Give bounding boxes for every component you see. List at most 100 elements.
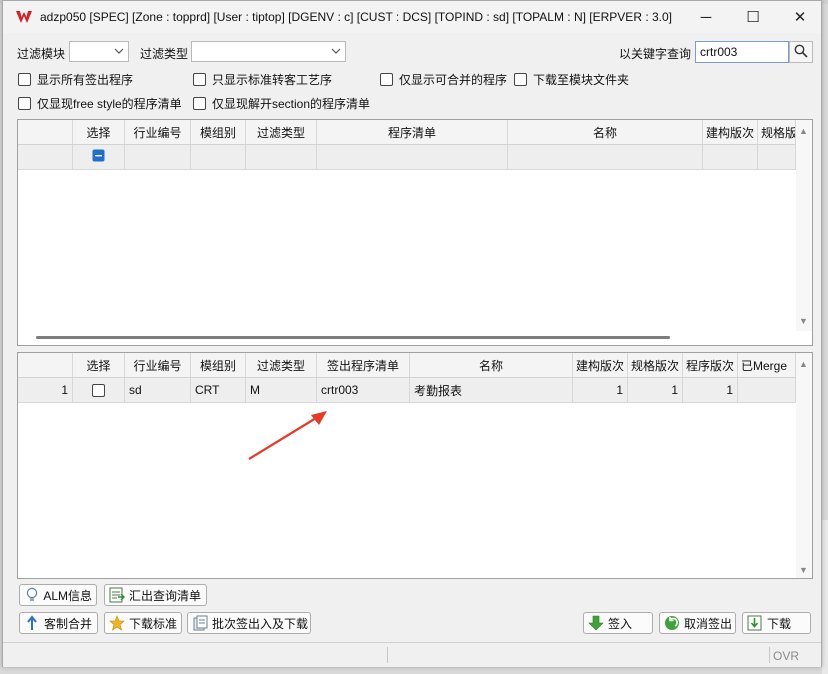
grid-header-rownum [18, 353, 73, 377]
checkout-program-cell: crtr003 [317, 378, 410, 402]
main-window: adzp050 [SPEC] [Zone : topprd] [User : t… [2, 0, 822, 667]
custom-merge-button[interactable]: 客制合并 [19, 612, 98, 634]
batch-checkout-button[interactable]: 批次签出入及下载 [187, 612, 311, 634]
download-label: 下载 [767, 616, 792, 631]
status-separator [387, 647, 388, 663]
close-button[interactable]: ✕ [777, 1, 823, 33]
scroll-down-icon[interactable]: ▼ [799, 316, 808, 326]
download-button[interactable]: 下载 [742, 612, 811, 634]
grid-header-spec-ver[interactable]: 规格版次 [628, 353, 683, 377]
module-cell [191, 145, 246, 169]
checkbox-standard-only[interactable]: 只显示标准转客工艺序 [193, 71, 332, 88]
grid-header-name[interactable]: 名称 [410, 353, 573, 377]
checkbox-box[interactable] [193, 97, 206, 110]
grid-header-module[interactable]: 模组别 [191, 120, 246, 144]
filter-type-select[interactable] [191, 41, 346, 62]
table-row[interactable]: 1 sd CRT M crtr003 考勤报表 1 1 1 [18, 378, 796, 403]
checkin-button[interactable]: 签入 [583, 612, 653, 634]
checkbox-mergeable-only[interactable]: 仅显示可合并的程序 [380, 71, 507, 88]
program-list-grid[interactable]: 选择 行业编号 模组别 过滤类型 程序清单 名称 建构版次 规格版 ▲ ▼ [17, 119, 813, 346]
select-all-toggle-icon[interactable] [92, 149, 105, 165]
maximize-button[interactable]: ☐ [730, 1, 776, 33]
download-doc-icon [747, 615, 763, 631]
filter-module-select[interactable] [69, 41, 129, 62]
grid-header-rownum [18, 120, 73, 144]
checkbox-box[interactable] [514, 73, 527, 86]
grid-header-build-ver[interactable]: 建构版次 [573, 353, 628, 377]
vertical-scrollbar[interactable]: ▲ ▼ [796, 353, 812, 578]
checkbox-show-all-checkout[interactable]: 显示所有签出程序 [18, 71, 133, 88]
checkbox-label: 下载至模块文件夹 [533, 73, 630, 87]
download-standard-button[interactable]: 下载标准 [104, 612, 182, 634]
grid-header-type[interactable]: 过滤类型 [246, 120, 317, 144]
grid-header-select[interactable]: 选择 [73, 353, 125, 377]
checkbox-free-style-only[interactable]: 仅显现free style的程序清单 [18, 95, 182, 112]
background-window-edge [822, 520, 828, 674]
horizontal-scrollbar-thumb[interactable] [36, 336, 670, 339]
alm-info-label: ALM信息 [43, 588, 92, 603]
vertical-scrollbar[interactable]: ▲ ▼ [796, 120, 812, 331]
scroll-down-icon[interactable]: ▼ [799, 565, 808, 575]
checkbox-download-to-module-folder[interactable]: 下载至模块文件夹 [514, 71, 629, 88]
grid-header-select[interactable]: 选择 [73, 120, 125, 144]
export-query-list-label: 汇出查询清单 [129, 588, 202, 603]
minimize-button[interactable]: ─ [683, 1, 729, 33]
search-icon [794, 44, 808, 61]
star-icon [109, 615, 125, 631]
industry-cell: sd [125, 378, 191, 402]
grid-header-module[interactable]: 模组别 [191, 353, 246, 377]
grid-header-merged[interactable]: 已Merge [738, 353, 796, 377]
grid-header-build-ver[interactable]: 建构版次 [703, 120, 758, 144]
program-cell [317, 145, 508, 169]
document-stack-icon [192, 615, 208, 631]
module-cell: CRT [191, 378, 246, 402]
grid-header-industry[interactable]: 行业编号 [125, 353, 191, 377]
keyword-search-input[interactable]: crtr003 [695, 41, 789, 63]
cancel-checkout-label: 取消签出 [684, 616, 733, 631]
grid-header-checkout-program[interactable]: 签出程序清单 [317, 353, 410, 377]
checkbox-box[interactable] [380, 73, 393, 86]
row-select-checkbox[interactable] [92, 383, 105, 397]
checkbox-box[interactable] [18, 97, 31, 110]
spec-ver-cell: 1 [628, 378, 683, 402]
spec-ver-cell [758, 145, 796, 169]
name-cell: 考勤报表 [410, 378, 573, 402]
keyword-search-label: 以关键字查询 [619, 47, 692, 61]
select-cell[interactable] [73, 145, 125, 169]
row-number-cell [18, 145, 73, 169]
row-number-cell: 1 [18, 378, 73, 402]
export-query-list-button[interactable]: 汇出查询清单 [104, 584, 207, 606]
chevron-down-icon [114, 45, 124, 57]
grid-header-prog-ver[interactable]: 程序版次 [683, 353, 738, 377]
status-bar: OVR [3, 642, 821, 667]
grid-header-program[interactable]: 程序清单 [317, 120, 508, 144]
grid-header: 选择 行业编号 模组别 过滤类型 签出程序清单 名称 建构版次 规格版次 程序版… [18, 353, 796, 378]
checkout-list-grid[interactable]: 选择 行业编号 模组别 过滤类型 签出程序清单 名称 建构版次 规格版次 程序版… [17, 352, 813, 579]
search-button[interactable] [789, 41, 813, 63]
filter-module-label: 过滤模块 [17, 47, 66, 61]
filter-type-label: 过滤类型 [140, 47, 189, 61]
overwrite-mode-indicator: OVR [773, 649, 800, 663]
grid-header-spec-ver[interactable]: 规格版 [758, 120, 796, 144]
batch-checkout-label: 批次签出入及下载 [212, 616, 309, 631]
checkbox-unlocked-section-only[interactable]: 仅显现解开section的程序清单 [193, 95, 370, 112]
cancel-checkout-button[interactable]: 取消签出 [659, 612, 736, 634]
window-title: adzp050 [SPEC] [Zone : topprd] [User : t… [40, 10, 672, 24]
scroll-up-icon[interactable]: ▲ [799, 126, 808, 136]
checkbox-label: 显示所有签出程序 [37, 73, 134, 87]
grid-header-industry[interactable]: 行业编号 [125, 120, 191, 144]
title-bar[interactable]: adzp050 [SPEC] [Zone : topprd] [User : t… [3, 1, 821, 33]
scroll-up-icon[interactable]: ▲ [799, 359, 808, 369]
table-row-empty[interactable] [18, 145, 796, 170]
chevron-down-icon [331, 45, 341, 57]
status-separator [769, 647, 770, 663]
select-cell[interactable] [73, 378, 125, 402]
checkbox-label: 仅显示可合并的程序 [399, 73, 508, 87]
alm-info-button[interactable]: ALM信息 [19, 584, 97, 606]
checkbox-box[interactable] [193, 73, 206, 86]
grid-header-type[interactable]: 过滤类型 [246, 353, 317, 377]
checkbox-box[interactable] [18, 73, 31, 86]
grid-header-name[interactable]: 名称 [508, 120, 703, 144]
checkbox-label: 仅显现free style的程序清单 [37, 97, 182, 111]
industry-cell [125, 145, 191, 169]
